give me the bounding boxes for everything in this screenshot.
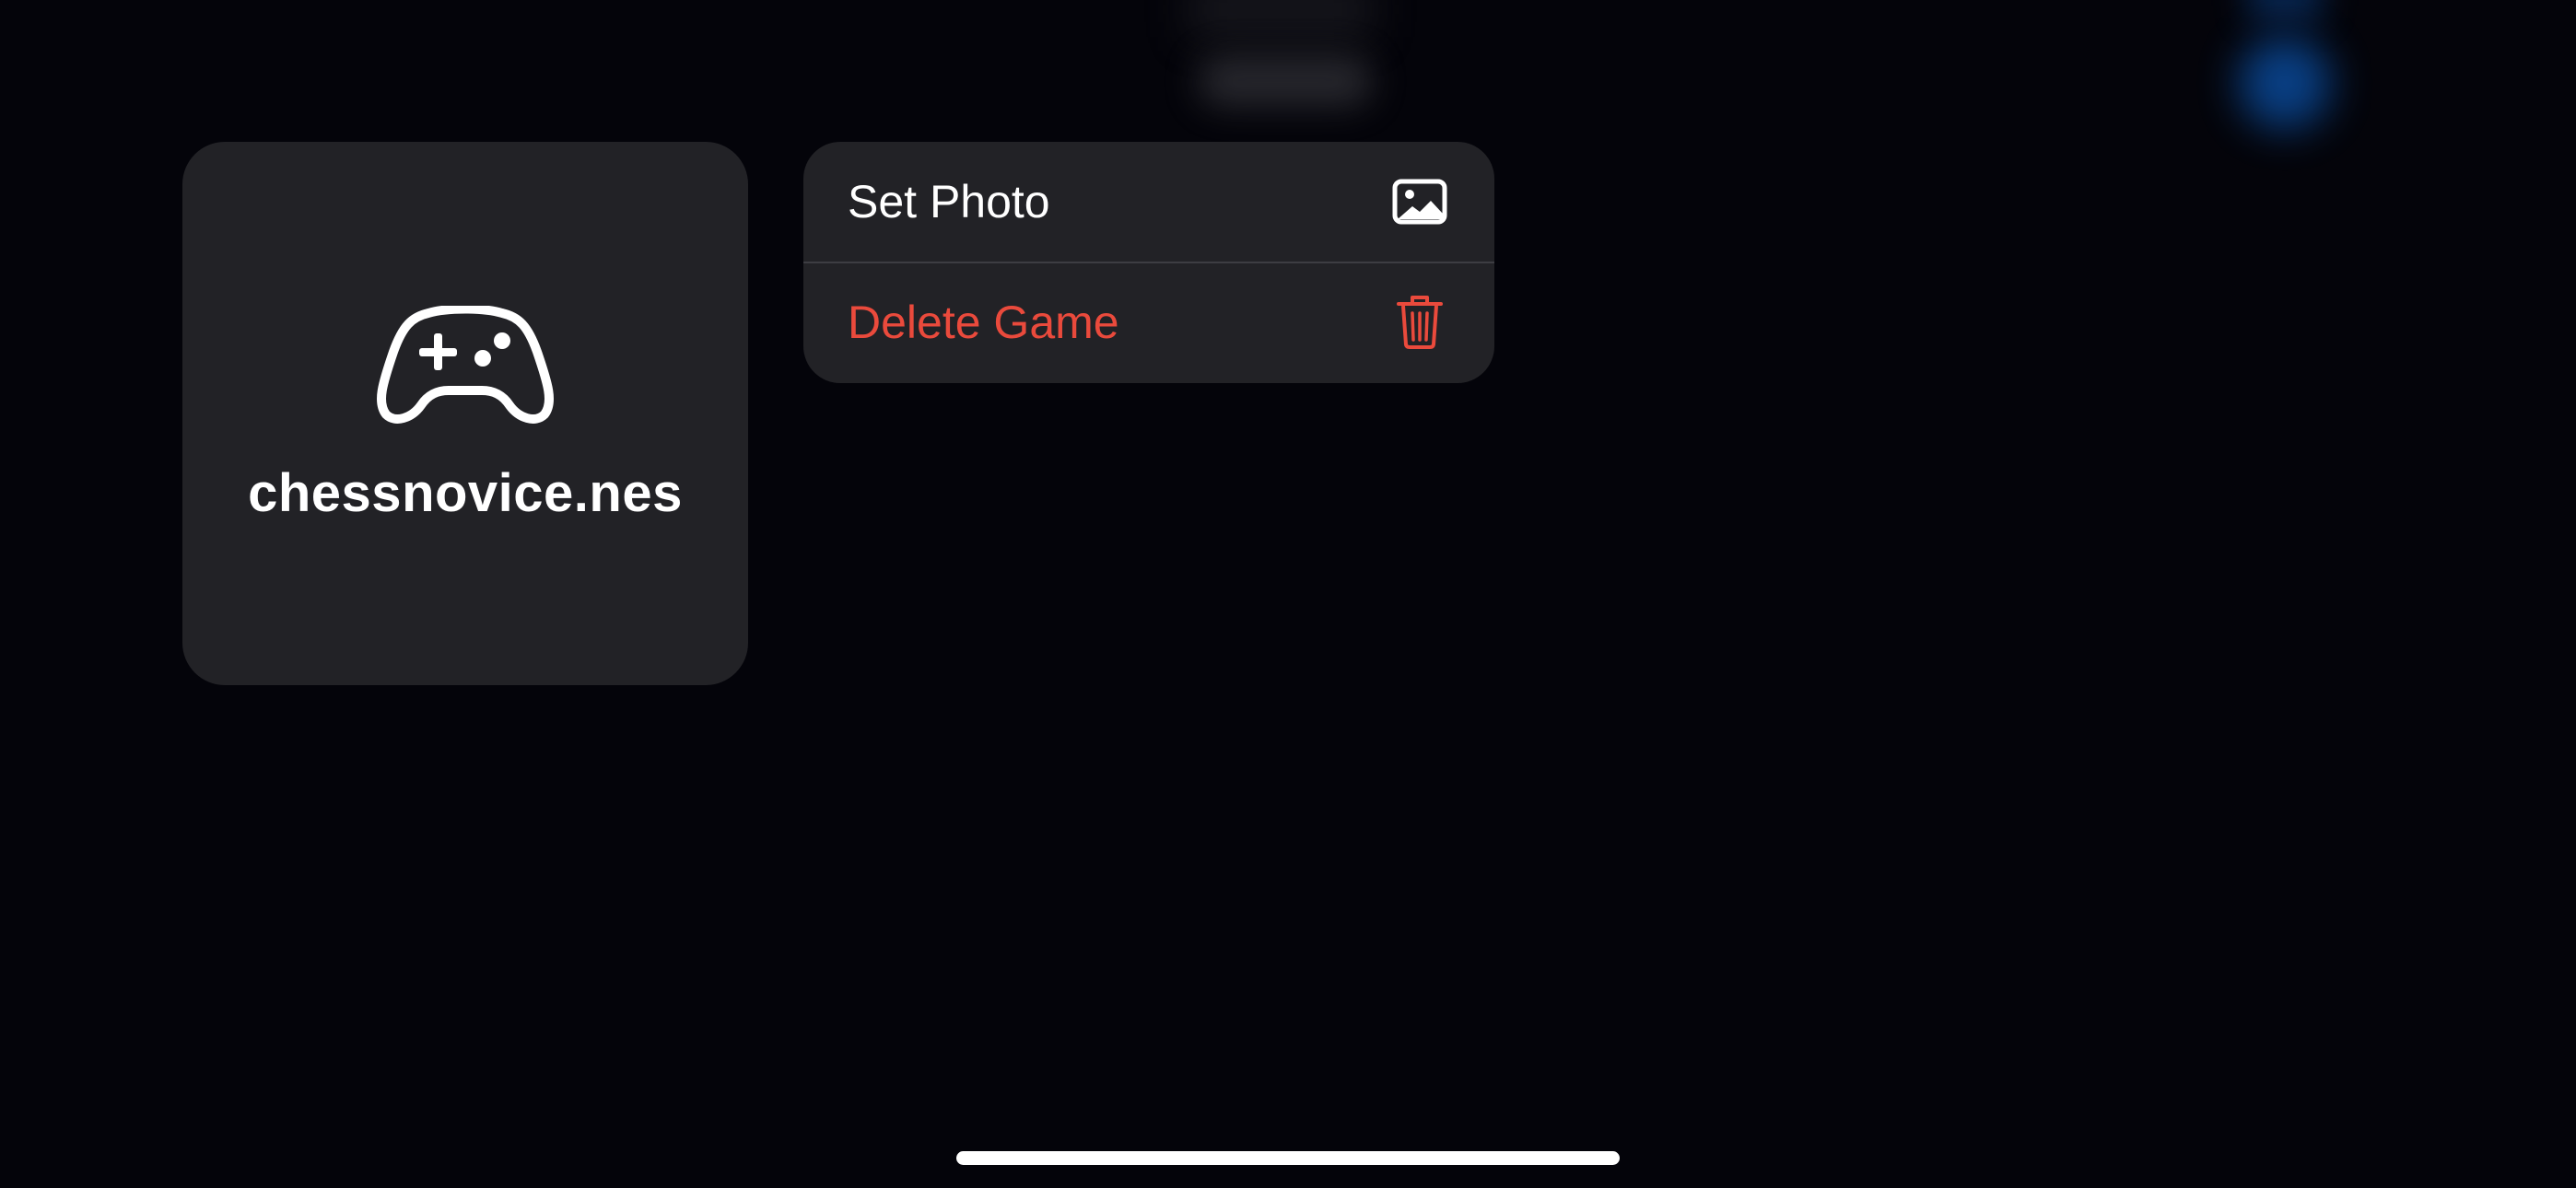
delete-game-label: Delete Game <box>848 297 1119 348</box>
photo-icon <box>1391 173 1448 230</box>
gamecontroller-icon <box>373 304 557 425</box>
context-menu: Set Photo Delete Game <box>803 142 1494 383</box>
set-photo-label: Set Photo <box>848 176 1050 227</box>
screen: chessnovice.nes Set Photo Delete Game <box>0 0 2576 1188</box>
game-tile[interactable]: chessnovice.nes <box>182 142 748 685</box>
blurred-background-accent <box>2239 37 2331 129</box>
set-photo-menu-item[interactable]: Set Photo <box>803 142 1494 262</box>
delete-game-menu-item[interactable]: Delete Game <box>803 262 1494 381</box>
game-title: chessnovice.nes <box>248 463 683 523</box>
blurred-background-accent-top <box>2248 0 2322 18</box>
blurred-background-title <box>1198 55 1373 107</box>
home-indicator[interactable] <box>956 1151 1620 1165</box>
blurred-background-column <box>1188 0 1373 37</box>
trash-icon <box>1391 294 1448 351</box>
